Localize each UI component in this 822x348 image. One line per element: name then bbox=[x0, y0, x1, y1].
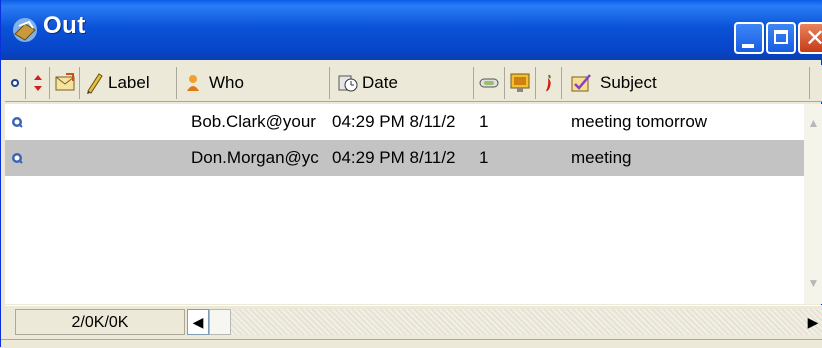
cell-subject: meeting tomorrow bbox=[571, 112, 708, 131]
sent-status-icon bbox=[12, 117, 23, 128]
column-forwarded[interactable] bbox=[50, 67, 80, 99]
who-person-icon bbox=[187, 75, 199, 91]
status-bar: 2/0K/0K ◀ ▶ bbox=[5, 305, 822, 340]
minimize-button[interactable] bbox=[734, 22, 764, 54]
column-status[interactable] bbox=[5, 67, 26, 99]
title-bar[interactable]: Out ✕ bbox=[1, 0, 822, 60]
window-title: Out bbox=[43, 12, 86, 39]
column-who[interactable]: Who bbox=[177, 67, 330, 99]
scroll-down-icon[interactable]: ▼ bbox=[806, 274, 821, 292]
cell-who: Don.Morgan@yc bbox=[191, 148, 319, 167]
scroll-thumb[interactable] bbox=[209, 309, 231, 335]
table-row[interactable]: Don.Morgan@yc 04:29 PM 8/11/2 1 meeting bbox=[5, 140, 804, 176]
table-row[interactable]: Bob.Clark@your 04:29 PM 8/11/2 1 meeting… bbox=[5, 104, 804, 140]
scroll-right-icon[interactable]: ▶ bbox=[803, 309, 822, 335]
cell-count: 1 bbox=[479, 112, 489, 131]
attachment-icon bbox=[479, 78, 499, 88]
cell-subject: meeting bbox=[571, 148, 632, 167]
maximize-button[interactable] bbox=[766, 22, 796, 54]
scroll-left-icon[interactable]: ◀ bbox=[187, 309, 209, 335]
minimize-icon bbox=[742, 44, 754, 48]
message-list[interactable]: Bob.Clark@your 04:29 PM 8/11/2 1 meeting… bbox=[5, 104, 804, 304]
maximize-icon bbox=[774, 30, 788, 44]
cell-date: 04:29 PM 8/11/2 bbox=[332, 112, 456, 131]
priority-arrows-icon bbox=[33, 75, 42, 91]
cell-date: 04:29 PM 8/11/2 bbox=[332, 148, 456, 167]
status-count: 2/0K/0K bbox=[15, 309, 185, 335]
column-attachment[interactable] bbox=[474, 67, 505, 99]
monitor-icon bbox=[510, 73, 530, 92]
label-pencil-icon bbox=[87, 73, 103, 94]
column-pepper[interactable] bbox=[536, 67, 562, 99]
column-date[interactable]: Date bbox=[330, 67, 474, 99]
vertical-scrollbar[interactable]: ▲ ▼ bbox=[804, 104, 822, 304]
status-dot-icon bbox=[11, 79, 19, 87]
column-subject-text: Subject bbox=[600, 73, 657, 92]
close-icon: ✕ bbox=[805, 24, 822, 52]
column-priority[interactable] bbox=[26, 67, 50, 99]
sent-status-icon bbox=[12, 153, 23, 164]
subject-check-icon bbox=[571, 74, 591, 92]
mailbox-icon bbox=[13, 18, 37, 42]
horizontal-scrollbar[interactable]: ◀ ▶ bbox=[187, 309, 822, 335]
column-subject[interactable]: Subject bbox=[562, 67, 810, 99]
cell-count: 1 bbox=[479, 148, 489, 167]
cell-who: Bob.Clark@your bbox=[191, 112, 316, 131]
pepper-icon bbox=[545, 74, 551, 92]
column-monitor[interactable] bbox=[505, 67, 536, 99]
column-who-text: Who bbox=[209, 73, 244, 92]
date-clock-icon bbox=[338, 75, 358, 92]
scroll-up-icon[interactable]: ▲ bbox=[806, 114, 821, 132]
forward-envelope-icon bbox=[55, 73, 74, 91]
close-button[interactable]: ✕ bbox=[798, 22, 822, 54]
column-label-text: Label bbox=[108, 73, 150, 92]
column-date-text: Date bbox=[362, 73, 398, 92]
column-header: Label Who Date Subject bbox=[5, 65, 822, 102]
out-window: Out ✕ Label Who Date Subject Bob.Clark@y… bbox=[0, 0, 822, 348]
column-label[interactable]: Label bbox=[80, 67, 177, 99]
